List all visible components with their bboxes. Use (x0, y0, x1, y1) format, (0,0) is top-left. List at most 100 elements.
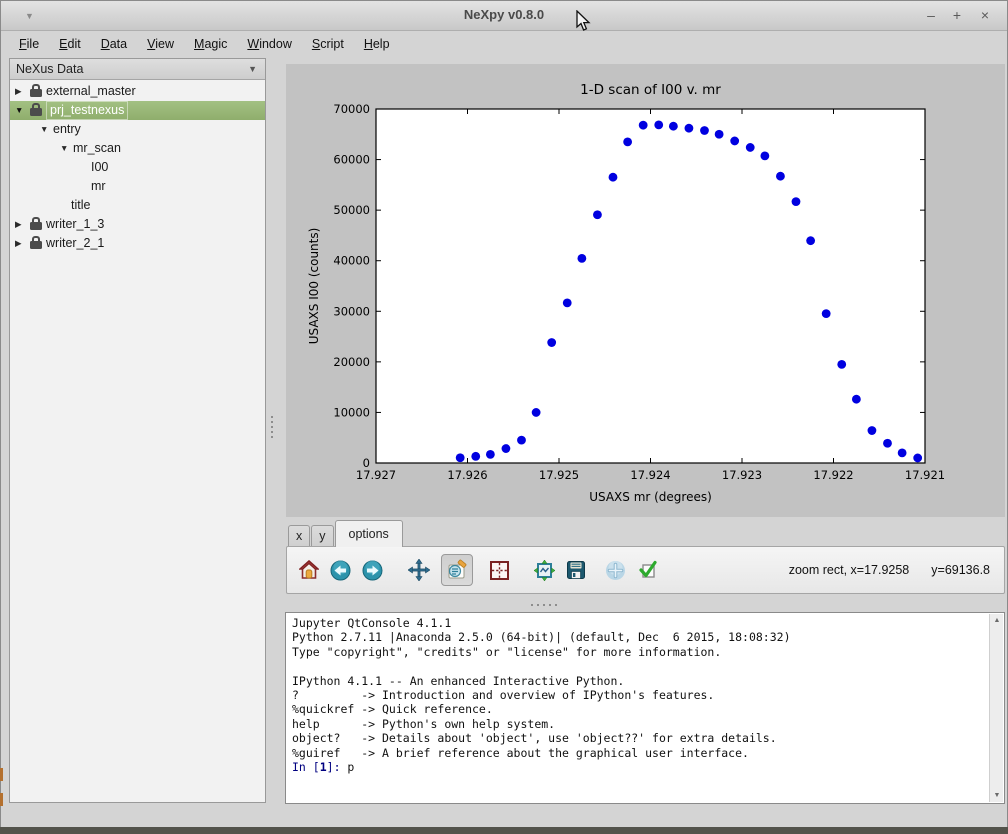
nexpy-window: ▼ NeXpy v0.8.0 – + × FileEditDataViewMag… (0, 0, 1008, 828)
desktop: ▼ NeXpy v0.8.0 – + × FileEditDataViewMag… (0, 0, 1008, 834)
home-icon (299, 560, 319, 580)
jupyter-console[interactable]: Jupyter QtConsole 4.1.1Python 2.7.11 |An… (285, 612, 1005, 804)
window-title: NeXpy v0.8.0 (1, 7, 1007, 22)
console-line: Python 2.7.11 |Anaconda 2.5.0 (64-bit)| … (292, 630, 986, 644)
console-prompt-line[interactable]: In [1]: p (292, 760, 986, 774)
tree-item-I00[interactable]: I00 (10, 158, 265, 177)
console-line: help -> Python's own help system. (292, 717, 986, 731)
expand-arrow-down-icon[interactable]: ▼ (60, 139, 68, 158)
customize-axes-icon (534, 560, 555, 581)
tree-header-dropdown[interactable]: NeXus Data ▼ (10, 59, 265, 80)
plot-tabbar: xyoptions (288, 520, 404, 547)
svg-text:17.924: 17.924 (630, 468, 670, 482)
console-line (292, 659, 986, 673)
svg-text:USAXS I00 (counts): USAXS I00 (counts) (307, 228, 321, 345)
svg-text:10000: 10000 (333, 405, 370, 419)
lock-icon (30, 222, 42, 230)
accept-button[interactable] (637, 560, 658, 580)
tree-item-label: I00 (91, 158, 108, 177)
subplots-button[interactable] (490, 561, 509, 580)
plot-figure: 1-D scan of I00 v. mr 17.927 17.926 17.925 1… (286, 64, 1005, 517)
console-text: Jupyter QtConsole 4.1.1Python 2.7.11 |An… (292, 616, 986, 801)
expand-arrow-right-icon[interactable]: ▶ (15, 234, 22, 253)
zoom-status: zoom rect, x=17.9258 y=69136.8 (767, 547, 990, 593)
svg-text:17.923: 17.923 (722, 468, 762, 482)
tree-item-label: entry (53, 120, 81, 139)
titlebar[interactable]: ▼ NeXpy v0.8.0 – + × (1, 1, 1007, 31)
lock-icon (30, 241, 42, 249)
scroll-down-icon[interactable]: ▼ (990, 789, 1004, 802)
menu-file[interactable]: File (9, 34, 49, 54)
svg-text:30000: 30000 (333, 304, 370, 318)
menu-view[interactable]: View (137, 34, 184, 54)
expand-arrow-down-icon[interactable]: ▼ (15, 101, 23, 120)
svg-text:17.927: 17.927 (356, 468, 396, 482)
vertical-splitter-handle[interactable] (271, 413, 275, 441)
svg-text:1-D scan of I00 v. mr: 1-D scan of I00 v. mr (580, 82, 721, 98)
tree-item-label: title (71, 196, 90, 215)
tree-header-label: NeXus Data (16, 62, 83, 76)
console-scrollbar[interactable]: ▲ ▼ (989, 614, 1003, 802)
close-button[interactable]: × (975, 5, 995, 25)
tree-item-external_master[interactable]: ▶external_master (10, 82, 265, 101)
save-button[interactable] (566, 560, 586, 580)
svg-text:50000: 50000 (333, 203, 370, 217)
tree-item-entry[interactable]: ▼ entry (10, 120, 265, 139)
chevron-down-icon: ▼ (248, 59, 257, 80)
scroll-up-icon[interactable]: ▲ (990, 614, 1004, 627)
mouse-cursor (576, 10, 591, 32)
customize-axes-button[interactable] (534, 560, 555, 581)
tab-y[interactable]: y (311, 525, 333, 547)
expand-arrow-right-icon[interactable]: ▶ (15, 82, 22, 101)
maximize-button[interactable]: + (947, 5, 967, 25)
console-line: %guiref -> A brief reference about the g… (292, 746, 986, 760)
checkmark-icon (637, 560, 658, 580)
svg-text:17.921: 17.921 (905, 468, 945, 482)
back-button[interactable] (330, 560, 351, 581)
pan-button[interactable] (408, 559, 430, 581)
forward-button[interactable] (362, 560, 383, 581)
console-line: Jupyter QtConsole 4.1.1 (292, 616, 986, 630)
console-input[interactable]: p (347, 760, 354, 774)
save-icon (566, 560, 586, 580)
expand-arrow-down-icon[interactable]: ▼ (40, 120, 48, 139)
horizontal-splitter-handle[interactable] (529, 604, 559, 606)
zoom-status-y: y=69136.8 (931, 563, 990, 577)
svg-text:17.925: 17.925 (539, 468, 579, 482)
tree-item-label: writer_1_3 (46, 215, 104, 234)
tree-item-writer_2_1[interactable]: ▶ writer_2_1 (10, 234, 265, 253)
zoom-rect-icon (446, 559, 468, 581)
subplots-icon (490, 561, 509, 580)
add-button[interactable] (605, 560, 626, 581)
menu-magic[interactable]: Magic (184, 34, 237, 54)
menu-edit[interactable]: Edit (49, 34, 91, 54)
tree-item-mr_scan[interactable]: ▼mr_scan (10, 139, 265, 158)
svg-text:17.926: 17.926 (447, 468, 487, 482)
back-arrow-icon (330, 560, 351, 581)
menu-data[interactable]: Data (91, 34, 137, 54)
minimize-button[interactable]: – (921, 5, 941, 25)
tree-item-label: writer_2_1 (46, 234, 104, 253)
tab-options[interactable]: options (335, 520, 403, 547)
expand-arrow-right-icon[interactable]: ▶ (15, 215, 22, 234)
menu-script[interactable]: Script (302, 34, 354, 54)
plot-canvas[interactable]: 1-D scan of I00 v. mr 17.927 17.926 17.925 1… (286, 64, 1005, 517)
svg-text:20000: 20000 (333, 355, 370, 369)
nexus-tree: ▶external_master▼prj_testnexus▼entry▼mr_… (10, 82, 265, 802)
tree-item-title[interactable]: title (10, 196, 265, 215)
svg-text:60000: 60000 (333, 153, 370, 167)
tab-x[interactable]: x (288, 525, 310, 547)
home-button[interactable] (299, 560, 319, 580)
menubar: FileEditDataViewMagicWindowScriptHelp (9, 32, 400, 55)
menu-help[interactable]: Help (354, 34, 400, 54)
console-line: Type "copyright", "credits" or "license"… (292, 645, 986, 659)
menu-window[interactable]: Window (237, 34, 301, 54)
tree-item-prj_testnexus[interactable]: ▼prj_testnexus (10, 101, 265, 120)
svg-text:0: 0 (363, 456, 370, 470)
zoom-rect-button[interactable] (441, 554, 473, 586)
console-line: IPython 4.1.1 -- An enhanced Interactive… (292, 674, 986, 688)
tree-item-writer_1_3[interactable]: ▶ writer_1_3 (10, 215, 265, 234)
tree-item-mr[interactable]: mr (10, 177, 265, 196)
forward-arrow-icon (362, 560, 383, 581)
tree-item-label: mr (91, 177, 106, 196)
